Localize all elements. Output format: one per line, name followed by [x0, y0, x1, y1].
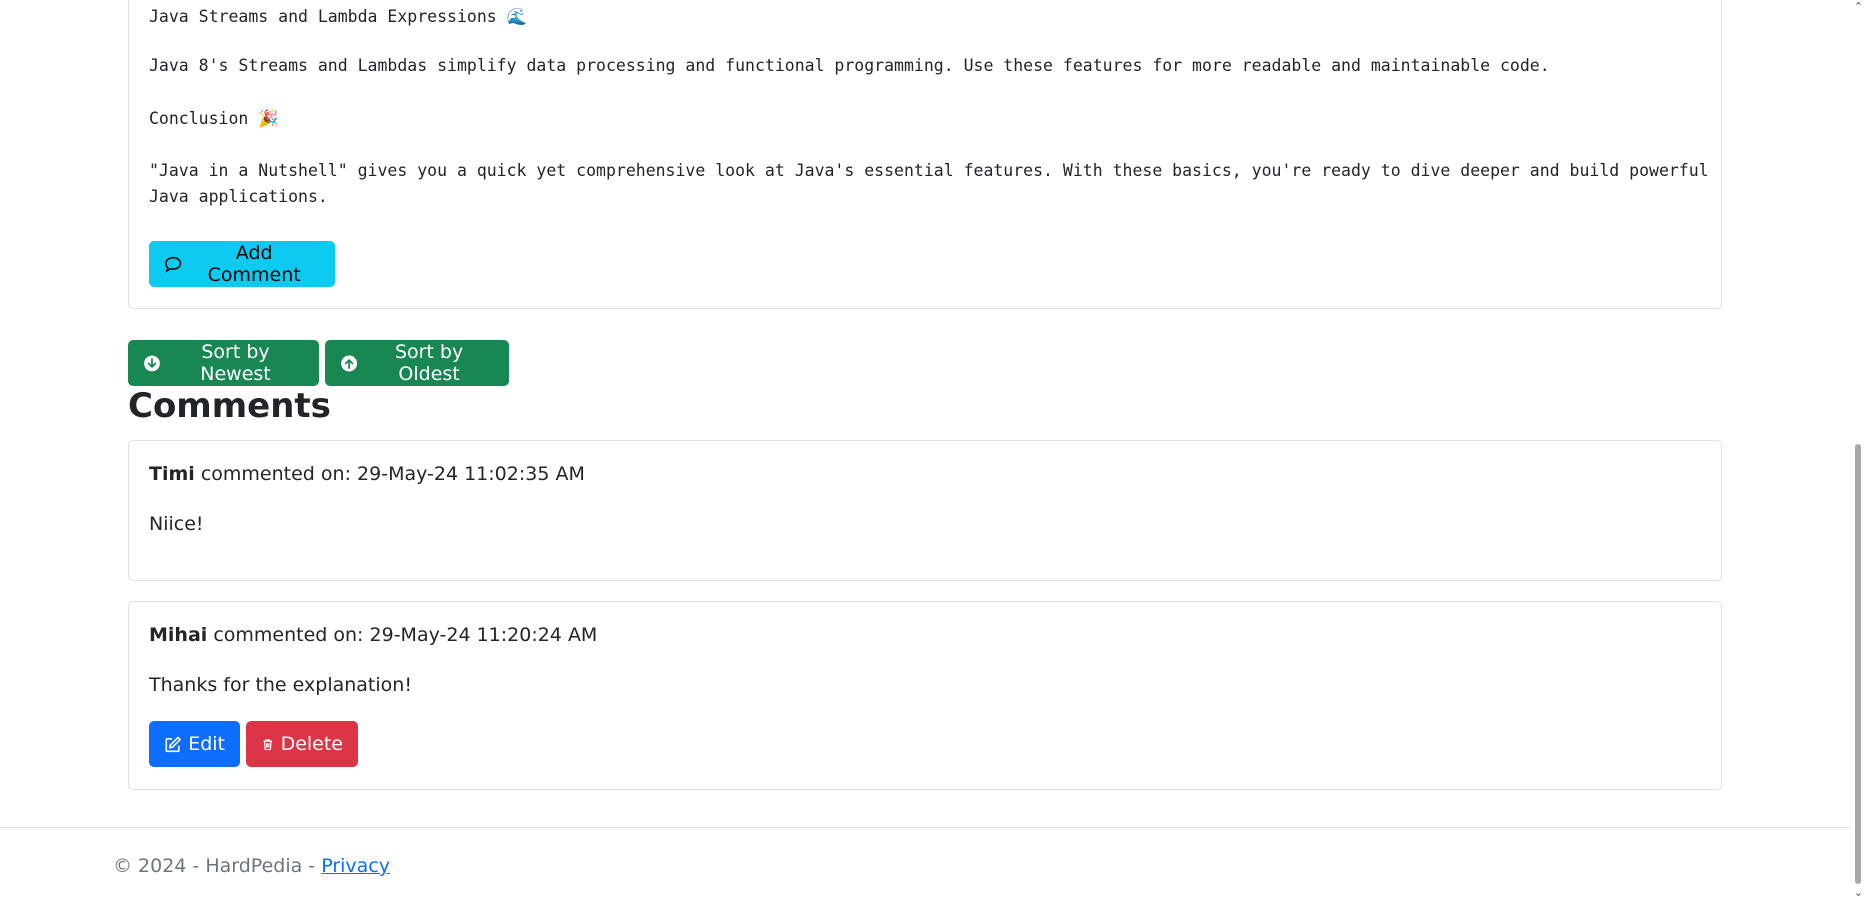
sort-newest-label: Sort by Newest — [200, 341, 271, 385]
post-body: Java Streams and Lambda Expressions 🌊 Ja… — [149, 0, 1709, 206]
add-comment-label: Add Comment — [207, 242, 301, 286]
pencil-square-icon — [165, 736, 181, 752]
comment-timestamp: 29-May-24 11:02:35 AM — [357, 463, 585, 485]
comment-meta: Mihai commented on: 29-May-24 11:20:24 A… — [149, 624, 597, 646]
comment-author: Timi — [149, 463, 195, 485]
streams-paragraph: Java 8's Streams and Lambdas simplify da… — [149, 56, 1550, 75]
party-popper-emoji-icon: 🎉 — [258, 109, 279, 128]
post-card: Java Streams and Lambda Expressions 🌊 Ja… — [128, 0, 1722, 309]
comment-card: Timi commented on: 29-May-24 11:02:35 AM… — [128, 440, 1722, 581]
comment-meta-prefix: commented on: — [200, 463, 351, 485]
vertical-scrollbar[interactable]: ⌃ ⌄ — [1851, 0, 1866, 900]
comment-meta-prefix: commented on: — [213, 624, 364, 646]
delete-label: Delete — [280, 733, 343, 755]
sort-oldest-label: Sort by Oldest — [394, 341, 464, 385]
comments-title: Comments — [128, 386, 331, 426]
chat-bubble-icon — [165, 256, 182, 272]
add-comment-button[interactable]: Add Comment — [149, 241, 335, 287]
edit-comment-button[interactable]: Edit — [149, 721, 240, 767]
delete-comment-button[interactable]: Delete — [246, 721, 358, 767]
wave-emoji-icon: 🌊 — [506, 7, 528, 26]
comment-meta: Timi commented on: 29-May-24 11:02:35 AM — [149, 463, 585, 485]
footer-copyright: © 2024 - HardPedia - — [113, 855, 316, 877]
scrollbar-thumb[interactable] — [1855, 444, 1861, 884]
comment-timestamp: 29-May-24 11:20:24 AM — [369, 624, 598, 646]
section-heading-streams: Java Streams and Lambda Expressions 🌊 — [149, 4, 1709, 30]
edit-label: Edit — [188, 733, 225, 755]
footer-divider — [0, 827, 1851, 828]
section-heading-conclusion: Conclusion 🎉 — [149, 106, 1709, 132]
sort-oldest-button[interactable]: Sort by Oldest — [325, 340, 509, 386]
footer: © 2024 - HardPedia - Privacy — [113, 855, 390, 877]
privacy-link[interactable]: Privacy — [321, 855, 390, 877]
comment-card: Mihai commented on: 29-May-24 11:20:24 A… — [128, 601, 1722, 790]
sort-newest-button[interactable]: Sort by Newest — [128, 340, 319, 386]
arrow-down-circle-icon — [144, 355, 160, 371]
comment-text: Niice! — [149, 513, 204, 535]
comment-text: Thanks for the explanation! — [149, 674, 412, 696]
section-heading-conclusion-text: Conclusion — [149, 109, 249, 128]
comment-author: Mihai — [149, 624, 208, 646]
trash-icon — [263, 738, 273, 750]
scroll-down-arrow-icon[interactable]: ⌄ — [1853, 887, 1864, 898]
arrow-up-circle-icon — [341, 355, 358, 371]
conclusion-paragraph: "Java in a Nutshell" gives you a quick y… — [149, 161, 1719, 206]
section-heading-streams-text: Java Streams and Lambda Expressions — [149, 7, 497, 26]
scroll-up-arrow-icon[interactable]: ⌃ — [1853, 1, 1864, 12]
